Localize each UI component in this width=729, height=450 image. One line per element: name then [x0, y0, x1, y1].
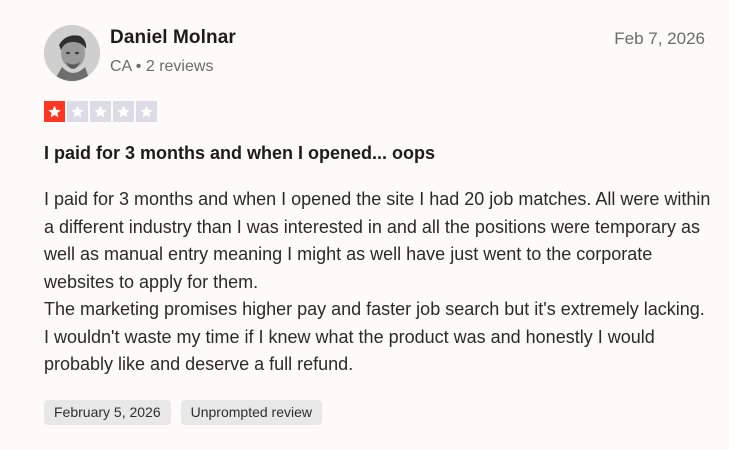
review-tags: February 5, 2026 Unprompted review: [44, 400, 323, 425]
review-title[interactable]: I paid for 3 months and when I opened...…: [44, 143, 435, 164]
star-icon: [117, 105, 130, 118]
reviewer-review-count: 2 reviews: [145, 58, 214, 75]
unprompted-review-tag[interactable]: Unprompted review: [180, 400, 323, 425]
reviewer-country: CA: [110, 58, 132, 75]
star-rating: [44, 101, 157, 122]
star-5: [136, 101, 157, 122]
star-1: [44, 101, 65, 122]
meta-separator: •: [135, 58, 142, 75]
reviewer-meta: CA • 2 reviews: [110, 58, 213, 76]
review-paragraph: I paid for 3 months and when I opened th…: [44, 189, 711, 292]
star-icon: [48, 105, 61, 118]
review-body: I paid for 3 months and when I opened th…: [44, 186, 714, 379]
star-icon: [94, 105, 107, 118]
review-date: Feb 7, 2026: [614, 29, 705, 48]
experience-date-tag: February 5, 2026: [44, 400, 171, 425]
star-3: [90, 101, 111, 122]
avatar-photo: [44, 25, 100, 81]
star-icon: [71, 105, 84, 118]
review-paragraph: The marketing promises higher pay and fa…: [44, 299, 705, 374]
star-4: [113, 101, 134, 122]
star-2: [67, 101, 88, 122]
avatar[interactable]: [44, 25, 100, 81]
reviewer-name[interactable]: Daniel Molnar: [110, 27, 236, 49]
star-icon: [140, 105, 153, 118]
